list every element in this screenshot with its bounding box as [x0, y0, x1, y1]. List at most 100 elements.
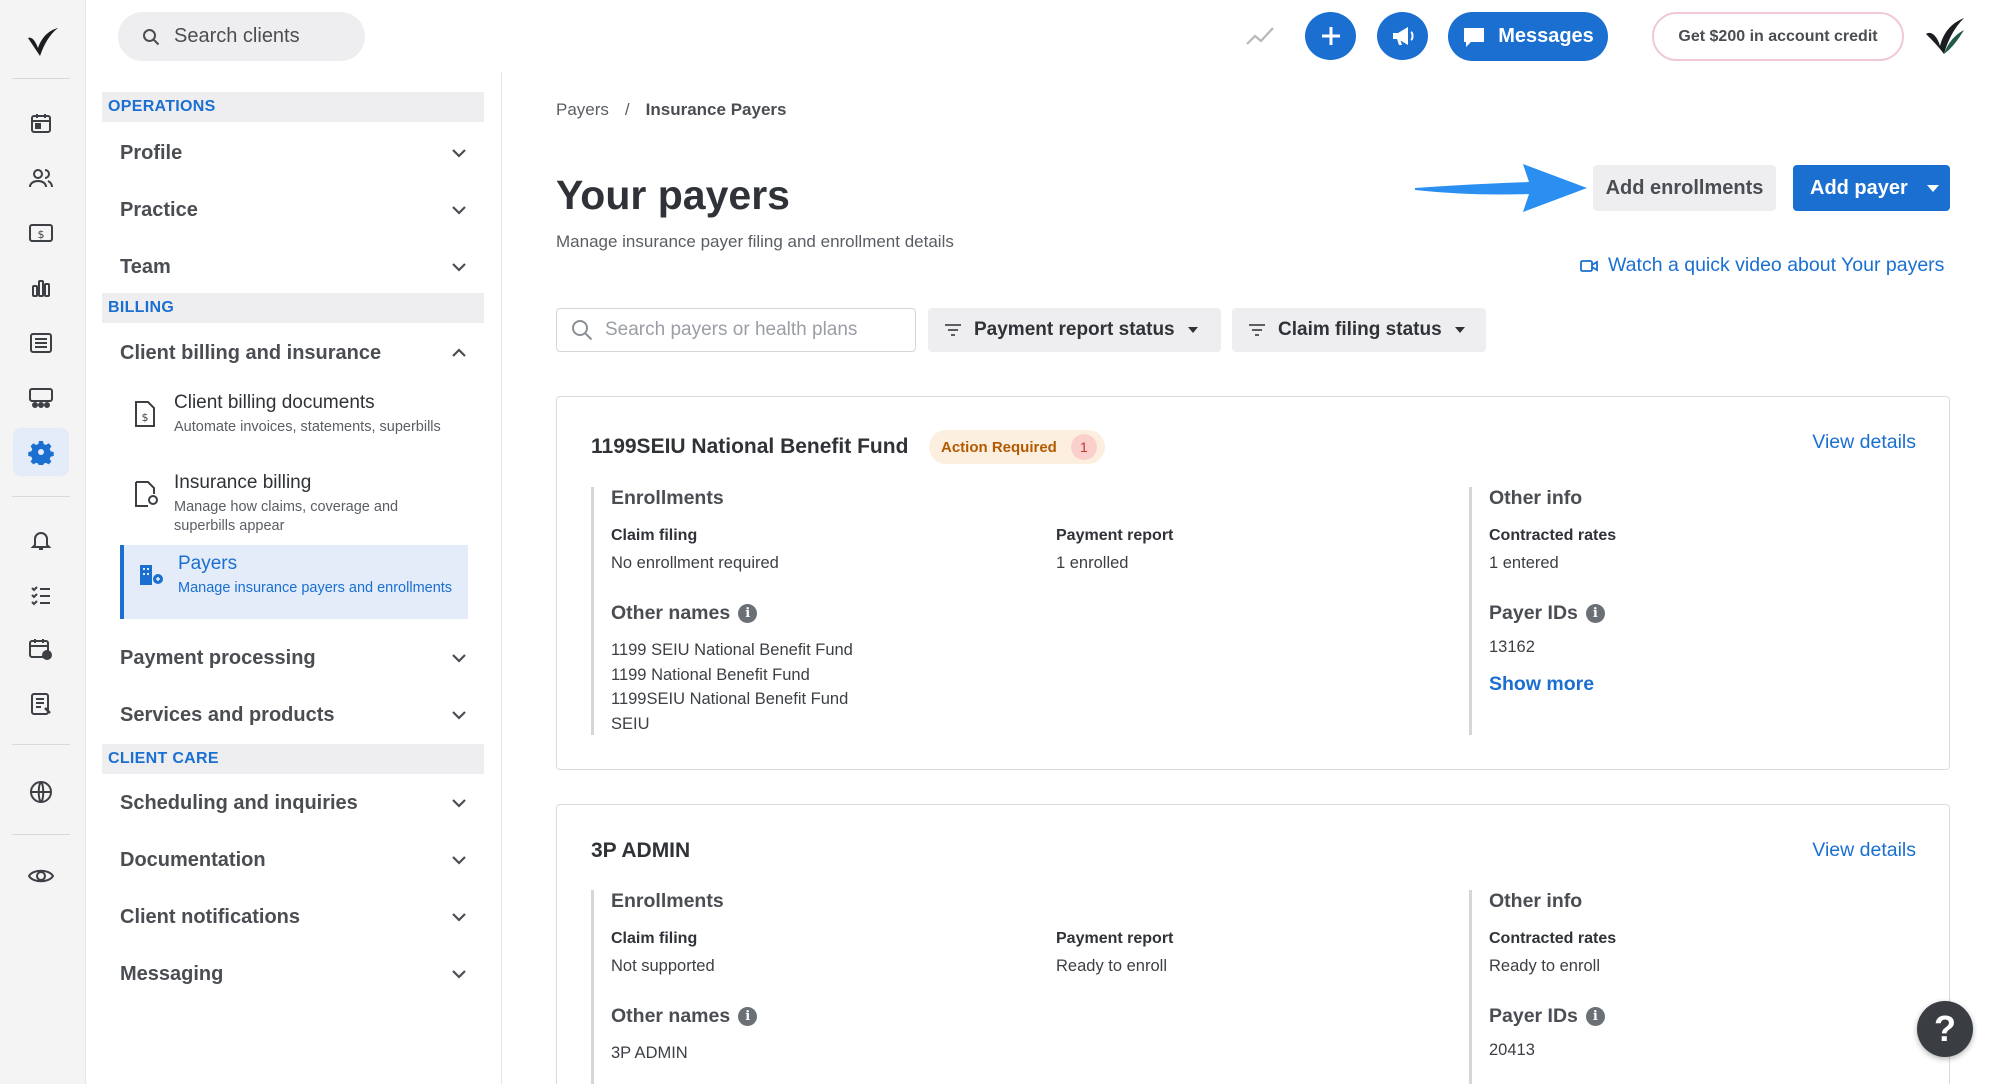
info-icon[interactable]: i: [738, 604, 758, 623]
page-subtitle: Manage insurance payer filing and enroll…: [556, 232, 954, 251]
submenu-title: Insurance billing: [174, 472, 312, 493]
submenu-description: Automate invoices, statements, superbill…: [174, 419, 441, 435]
show-more-link[interactable]: Show more: [1489, 673, 1594, 696]
arrow-annotation-icon: [1415, 164, 1587, 212]
app-logo-icon[interactable]: [22, 24, 62, 60]
globe-icon[interactable]: [13, 768, 69, 816]
enrollments-heading: Enrollments: [611, 487, 724, 509]
document-gear-icon: [135, 481, 158, 507]
calendar-add-icon[interactable]: [13, 625, 69, 673]
info-icon[interactable]: i: [1585, 604, 1605, 623]
settings-gear-icon[interactable]: [13, 428, 69, 476]
menu-item-label: Scheduling and inquiries: [120, 791, 358, 814]
payer-id-value: 20413: [1489, 1041, 1535, 1059]
breadcrumb-root-link[interactable]: Payers: [556, 100, 609, 120]
menu-item-label: Profile: [120, 141, 183, 164]
enrollments-section: Enrollments Claim filing Not supported P…: [591, 890, 1451, 1084]
notes-icon[interactable]: [13, 680, 69, 728]
submenu-description: Manage insurance payers and enrollments: [178, 580, 453, 596]
payment-report-status-filter[interactable]: Payment report status: [928, 308, 1221, 352]
search-icon: [143, 28, 160, 45]
calendar-icon[interactable]: [13, 99, 69, 147]
trending-icon[interactable]: [1245, 24, 1275, 53]
megaphone-icon: [1392, 27, 1413, 45]
menu-item-practice[interactable]: Practice: [102, 183, 484, 237]
chevron-down-icon: [452, 654, 466, 663]
menu-item-label: Payment processing: [120, 646, 316, 669]
claim-filing-value: No enrollment required: [611, 554, 779, 572]
add-payer-button[interactable]: Add payer: [1793, 165, 1950, 211]
other-info-heading: Other info: [1489, 487, 1583, 509]
add-enrollments-button[interactable]: Add enrollments: [1593, 165, 1776, 211]
tasks-icon[interactable]: [13, 570, 69, 618]
menu-item-team[interactable]: Team: [102, 240, 484, 294]
submenu-insurance-billing[interactable]: Insurance billing Manage how claims, cov…: [120, 464, 466, 538]
info-icon[interactable]: i: [1585, 1007, 1605, 1026]
filter-icon: [945, 324, 961, 336]
client-search-input[interactable]: Search clients: [118, 12, 365, 61]
chevron-down-icon: [452, 149, 466, 158]
main-content: Payers / Insurance Payers Your payers Ma…: [503, 72, 1999, 1084]
menu-item-label: Practice: [120, 198, 198, 221]
menu-item-profile[interactable]: Profile: [102, 126, 484, 180]
payer-card: 1199SEIU National Benefit Fund Action Re…: [556, 396, 1950, 770]
analytics-icon[interactable]: [13, 264, 69, 312]
billing-icon[interactable]: $: [13, 209, 69, 257]
status-badge-count: 1: [1070, 434, 1097, 460]
other-name-item: 1199SEIU National Benefit Fund: [611, 690, 849, 708]
info-icon[interactable]: i: [738, 1007, 758, 1026]
caret-down-icon: [1926, 185, 1939, 192]
menu-item-payment-processing[interactable]: Payment processing: [102, 631, 484, 685]
other-names-heading: Other names i: [611, 1005, 758, 1028]
menu-item-label: Client notifications: [120, 905, 300, 928]
menu-item-documentation[interactable]: Documentation: [102, 833, 484, 887]
client-care-section-head: CLIENT CARE: [102, 744, 484, 774]
clients-icon[interactable]: [13, 154, 69, 202]
filter-label: Payment report status: [974, 319, 1175, 340]
payer-search-input[interactable]: Search payers or health plans: [556, 308, 916, 352]
announcements-button[interactable]: [1377, 12, 1428, 60]
submenu-payers[interactable]: Payers Manage insurance payers and enrol…: [120, 545, 468, 619]
menu-item-messaging[interactable]: Messaging: [102, 947, 484, 1001]
view-details-link[interactable]: View details: [1812, 431, 1916, 454]
eye-icon[interactable]: [13, 852, 69, 900]
payment-report-value: 1 enrolled: [1056, 554, 1129, 572]
payer-card: 3P ADMIN View details Enrollments Claim …: [556, 804, 1950, 1084]
payer-ids-heading: Payer IDs i: [1489, 602, 1605, 625]
other-name-item: 3P ADMIN: [611, 1044, 688, 1062]
payment-report-label: Payment report: [1056, 527, 1174, 544]
menu-item-services-products[interactable]: Services and products: [102, 688, 484, 742]
submenu-client-billing-documents[interactable]: $ Client billing documents Automate invo…: [120, 384, 466, 458]
payer-search-placeholder: Search payers or health plans: [605, 319, 858, 340]
chevron-down-icon: [452, 856, 466, 865]
avatar[interactable]: [1922, 16, 1966, 56]
client-search-placeholder: Search clients: [174, 25, 300, 47]
chevron-down-icon: [452, 263, 466, 272]
bell-icon[interactable]: [13, 516, 69, 564]
document-dollar-icon: $: [135, 401, 155, 427]
contracted-rates-label: Contracted rates: [1489, 527, 1617, 544]
list-icon[interactable]: [13, 319, 69, 367]
other-names-heading: Other names i: [611, 602, 758, 625]
video-link[interactable]: Watch a quick video about Your payers: [1580, 254, 1944, 277]
menu-item-scheduling[interactable]: Scheduling and inquiries: [102, 776, 484, 830]
svg-text:$: $: [142, 411, 149, 424]
view-details-link[interactable]: View details: [1812, 839, 1916, 862]
menu-item-client-billing[interactable]: Client billing and insurance: [102, 326, 484, 380]
other-names-label: Other names: [611, 602, 731, 624]
submenu-description: Manage how claims, coverage and superbil…: [174, 499, 399, 534]
account-credit-button[interactable]: Get $200 in account credit: [1652, 12, 1904, 61]
messages-button[interactable]: Messages: [1448, 12, 1608, 61]
chevron-down-icon: [452, 913, 466, 922]
caret-down-icon: [1187, 327, 1198, 333]
create-button[interactable]: [1305, 12, 1356, 60]
payment-report-value: Ready to enroll: [1056, 957, 1167, 975]
marketplace-icon[interactable]: [13, 374, 69, 422]
rail-divider: [12, 744, 70, 745]
claim-filing-status-filter[interactable]: Claim filing status: [1232, 308, 1486, 352]
plus-icon: [1321, 27, 1340, 45]
video-link-label: Watch a quick video about Your payers: [1608, 254, 1945, 276]
payer-id-value: 13162: [1489, 638, 1535, 656]
help-button[interactable]: ?: [1917, 1001, 1973, 1057]
menu-item-client-notifications[interactable]: Client notifications: [102, 890, 484, 944]
